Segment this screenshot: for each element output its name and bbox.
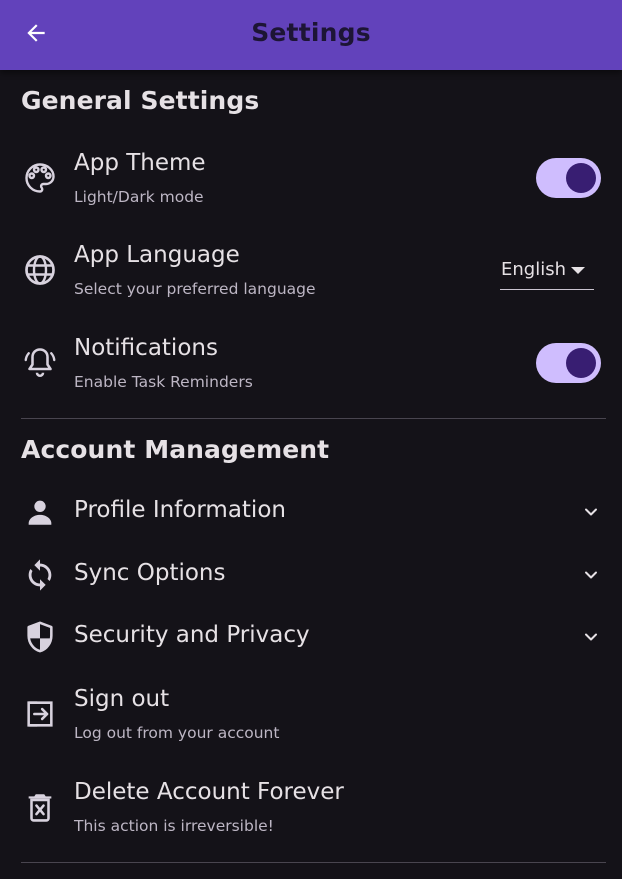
app-language-title: App Language bbox=[74, 242, 240, 268]
notifications-title: Notifications bbox=[74, 335, 218, 361]
globe-icon bbox=[22, 252, 58, 288]
toggle-knob bbox=[566, 348, 596, 378]
sign-out-row[interactable]: Sign out Log out from your account bbox=[0, 684, 622, 750]
delete-account-title: Delete Account Forever bbox=[74, 779, 344, 805]
sync-options-row[interactable]: Sync Options bbox=[0, 555, 622, 595]
delete-forever-icon bbox=[22, 789, 58, 825]
bell-icon bbox=[22, 345, 58, 381]
account-management-heading: Account Management bbox=[21, 435, 330, 464]
shield-icon bbox=[22, 619, 58, 655]
general-settings-heading: General Settings bbox=[21, 86, 260, 115]
person-icon bbox=[22, 494, 58, 530]
section-divider bbox=[21, 418, 606, 419]
chevron-down-icon[interactable] bbox=[579, 563, 603, 587]
section-divider bbox=[21, 862, 606, 863]
notifications-toggle[interactable] bbox=[536, 343, 601, 383]
palette-icon bbox=[22, 160, 58, 196]
profile-information-row[interactable]: Profile Information bbox=[0, 492, 622, 532]
app-language-row[interactable]: App Language Select your preferred langu… bbox=[0, 240, 622, 306]
notifications-subtitle: Enable Task Reminders bbox=[74, 373, 253, 391]
chevron-down-icon bbox=[571, 267, 585, 274]
profile-information-title: Profile Information bbox=[74, 497, 286, 523]
app-language-subtitle: Select your preferred language bbox=[74, 280, 316, 298]
exit-icon bbox=[22, 696, 58, 732]
sync-options-title: Sync Options bbox=[74, 560, 226, 586]
app-theme-row[interactable]: App Theme Light/Dark mode bbox=[0, 148, 622, 214]
toggle-knob bbox=[566, 163, 596, 193]
notifications-row[interactable]: Notifications Enable Task Reminders bbox=[0, 333, 622, 399]
language-select[interactable]: English bbox=[500, 257, 594, 290]
sync-icon bbox=[22, 557, 58, 593]
page-title: Settings bbox=[251, 18, 371, 47]
security-privacy-title: Security and Privacy bbox=[74, 622, 310, 648]
delete-account-row[interactable]: Delete Account Forever This action is ir… bbox=[0, 777, 622, 843]
app-theme-title: App Theme bbox=[74, 150, 206, 176]
sign-out-subtitle: Log out from your account bbox=[74, 724, 280, 742]
delete-account-subtitle: This action is irreversible! bbox=[74, 817, 274, 835]
settings-screen: Settings General Settings App Theme Ligh… bbox=[0, 0, 622, 879]
top-app-bar: Settings bbox=[0, 0, 622, 70]
theme-toggle[interactable] bbox=[536, 158, 601, 198]
sign-out-title: Sign out bbox=[74, 686, 170, 712]
chevron-down-icon[interactable] bbox=[579, 625, 603, 649]
chevron-down-icon[interactable] bbox=[579, 500, 603, 524]
security-privacy-row[interactable]: Security and Privacy bbox=[0, 617, 622, 657]
language-select-value: English bbox=[501, 259, 566, 280]
app-theme-subtitle: Light/Dark mode bbox=[74, 188, 204, 206]
